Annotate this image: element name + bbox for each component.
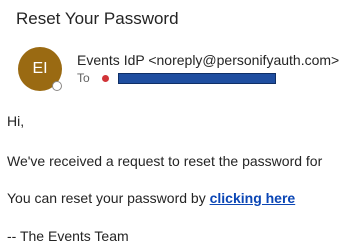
redacted-recipient[interactable] xyxy=(117,72,276,84)
recipient-row: To xyxy=(77,71,276,85)
sender-address[interactable]: Events IdP <noreply@personifyauth.com> xyxy=(77,52,339,68)
recipient-status-dot-icon xyxy=(101,74,109,82)
reset-text: You can reset your password by xyxy=(7,190,210,206)
body-line-reset: You can reset your password by clicking … xyxy=(7,190,295,206)
email-subject: Reset Your Password xyxy=(16,9,179,28)
to-label: To xyxy=(77,71,90,85)
signature-text: -- The Events Team xyxy=(7,228,129,244)
reset-password-link[interactable]: clicking here xyxy=(210,190,296,206)
greeting-text: Hi, xyxy=(7,113,25,129)
body-line-request: We've received a request to reset the pa… xyxy=(7,153,323,169)
presence-status-icon xyxy=(52,81,62,91)
avatar-initials: EI xyxy=(32,60,48,77)
